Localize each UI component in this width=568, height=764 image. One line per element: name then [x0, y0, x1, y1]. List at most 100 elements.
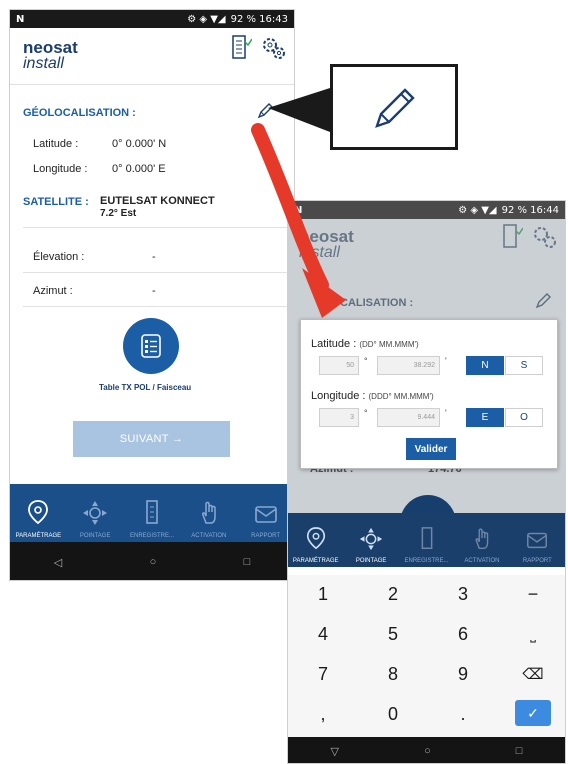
key-8[interactable]: 8 [363, 655, 423, 693]
status-left: N [16, 13, 25, 25]
hand-icon [201, 501, 216, 524]
longitude-value: 0° 0.000' E [112, 163, 166, 175]
recents-button[interactable]: □ [244, 556, 251, 568]
pen-icon [375, 88, 415, 128]
logo-line1: neosat [23, 38, 78, 57]
satellite-label: SATELLITE : [23, 196, 89, 208]
hemisphere-e-button[interactable]: E [466, 408, 504, 427]
tab-label: PARAMÉTRAGE [292, 558, 339, 564]
tab-label: ENREGISTRE... [404, 558, 449, 564]
hand-icon [475, 528, 489, 549]
table-tx-button[interactable] [123, 318, 179, 374]
azimut-value: - [152, 285, 156, 297]
key-backspace[interactable]: ⌫ [503, 655, 563, 693]
elevation-value: - [152, 251, 156, 263]
key-5[interactable]: 5 [363, 615, 423, 653]
meter-icon[interactable] [230, 34, 252, 62]
tab-label: ACTIVATION [191, 533, 227, 539]
lon-label-text: Longitude : [311, 390, 366, 402]
numeric-keypad: 1 2 3 − 4 5 6 ⎵ 7 8 9 ⌫ , 0 . ✓ [288, 575, 565, 737]
header-icons [230, 34, 286, 62]
android-nav-bar: ◁ ○ □ [10, 542, 294, 580]
satellite-name: EUTELSAT KONNECT [100, 195, 215, 207]
tab-activation[interactable]: ACTIVATION [180, 484, 237, 542]
key-4[interactable]: 4 [293, 615, 353, 653]
latitude-label: Latitude : [33, 138, 79, 150]
validate-button[interactable]: Valider [406, 438, 456, 460]
next-button[interactable]: SUIVANT → [73, 421, 230, 457]
tab-label: RAPPORT [522, 558, 552, 564]
minute-symbol: ' [445, 408, 447, 418]
azimut-label: Azimut : [33, 285, 73, 297]
key-9[interactable]: 9 [433, 655, 493, 693]
status-bar: N ⚙ ◈ ▼◢ 92 % 16:43 [10, 10, 294, 28]
satellite-divider [23, 227, 294, 228]
back-button[interactable]: ▽ [331, 745, 339, 758]
latitude-degrees-input[interactable]: 50 [319, 356, 359, 375]
mail-icon [527, 532, 548, 549]
tab-pointage[interactable]: POINTAGE [67, 484, 124, 542]
pointing-icon [359, 527, 383, 551]
key-dot[interactable]: . [433, 695, 493, 733]
coordinates-dialog: Latitude : (DD° MM.MMM') 50 ° 38.292 ' N… [300, 319, 558, 469]
tab-rapport[interactable]: RAPPORT [237, 484, 294, 542]
elevation-label: Élevation : [33, 251, 85, 263]
tab-parametrage[interactable]: PARAMÉTRAGE [10, 484, 67, 542]
key-7[interactable]: 7 [293, 655, 353, 693]
tab-enregistre[interactable]: ENREGISTRE... [399, 513, 454, 567]
pointing-icon [83, 501, 108, 525]
longitude-degrees-input[interactable]: 3 [319, 408, 359, 427]
hemisphere-o-button[interactable]: O [505, 408, 543, 427]
lat-label-text: Latitude : [311, 338, 357, 350]
mail-icon [254, 506, 277, 523]
latitude-value: 0° 0.000' N [112, 138, 167, 150]
lat-format-text: (DD° MM.MMM') [359, 340, 419, 349]
status-text: 92 % 16:43 [230, 13, 288, 25]
tab-parametrage[interactable]: PARAMÉTRAGE [288, 513, 343, 567]
recorder-icon [421, 527, 432, 550]
list-icon [141, 334, 161, 358]
hemisphere-s-button[interactable]: S [505, 356, 543, 375]
tab-enregistre[interactable]: ENREGISTRE... [124, 484, 181, 542]
bottom-tab-bar: PARAMÉTRAGE POINTAGE ENREGISTRE... ACTIV… [288, 513, 565, 567]
status-bar: N ⚙ ◈ ▼◢ 92 % 16:44 [288, 201, 565, 219]
tab-activation[interactable]: ACTIVATION [454, 513, 509, 567]
elevation-divider [23, 272, 294, 273]
screen-setup: N ⚙ ◈ ▼◢ 92 % 16:43 neosat install GÉOLO… [9, 9, 295, 581]
tab-pointage[interactable]: POINTAGE [343, 513, 398, 567]
tab-label: RAPPORT [251, 533, 281, 539]
key-0[interactable]: 0 [363, 695, 423, 733]
status-left: N [294, 204, 303, 216]
key-done[interactable]: ✓ [515, 700, 551, 726]
latitude-dialog-label: Latitude : (DD° MM.MMM') [311, 338, 419, 350]
key-comma[interactable]: , [293, 695, 353, 733]
key-6[interactable]: 6 [433, 615, 493, 653]
app-logo: neosat install [23, 38, 78, 72]
signal-icon: ⚙ ◈ ▼◢ [458, 204, 497, 216]
gear-icon[interactable] [260, 35, 286, 61]
tab-label: ACTIVATION [464, 558, 500, 564]
status-right: ⚙ ◈ ▼◢ 92 % 16:44 [458, 205, 559, 216]
longitude-label: Longitude : [33, 163, 88, 175]
location-pin-icon [28, 500, 49, 525]
home-button[interactable]: ○ [424, 745, 431, 757]
key-space[interactable]: ⎵ [503, 615, 563, 653]
key-2[interactable]: 2 [363, 575, 423, 613]
signal-icon: ⚙ ◈ ▼◢ [187, 13, 226, 25]
tab-rapport[interactable]: RAPPORT [510, 513, 565, 567]
degree-symbol: ° [364, 356, 368, 366]
home-button[interactable]: ○ [150, 556, 157, 568]
key-1[interactable]: 1 [293, 575, 353, 613]
recents-button[interactable]: □ [516, 745, 523, 757]
latitude-minutes-input[interactable]: 38.292 [377, 356, 440, 375]
back-button[interactable]: ◁ [54, 556, 62, 569]
longitude-minutes-input[interactable]: 9.444 [377, 408, 440, 427]
azimut-divider [23, 306, 294, 307]
hemisphere-n-button[interactable]: N [466, 356, 504, 375]
pen-callout-box [330, 64, 458, 150]
key-minus[interactable]: − [503, 575, 563, 613]
pen-icon[interactable] [256, 102, 274, 120]
logo-line2: install [23, 55, 64, 72]
table-tx-label: Table TX POL / Faisceau [99, 383, 192, 392]
key-3[interactable]: 3 [433, 575, 493, 613]
